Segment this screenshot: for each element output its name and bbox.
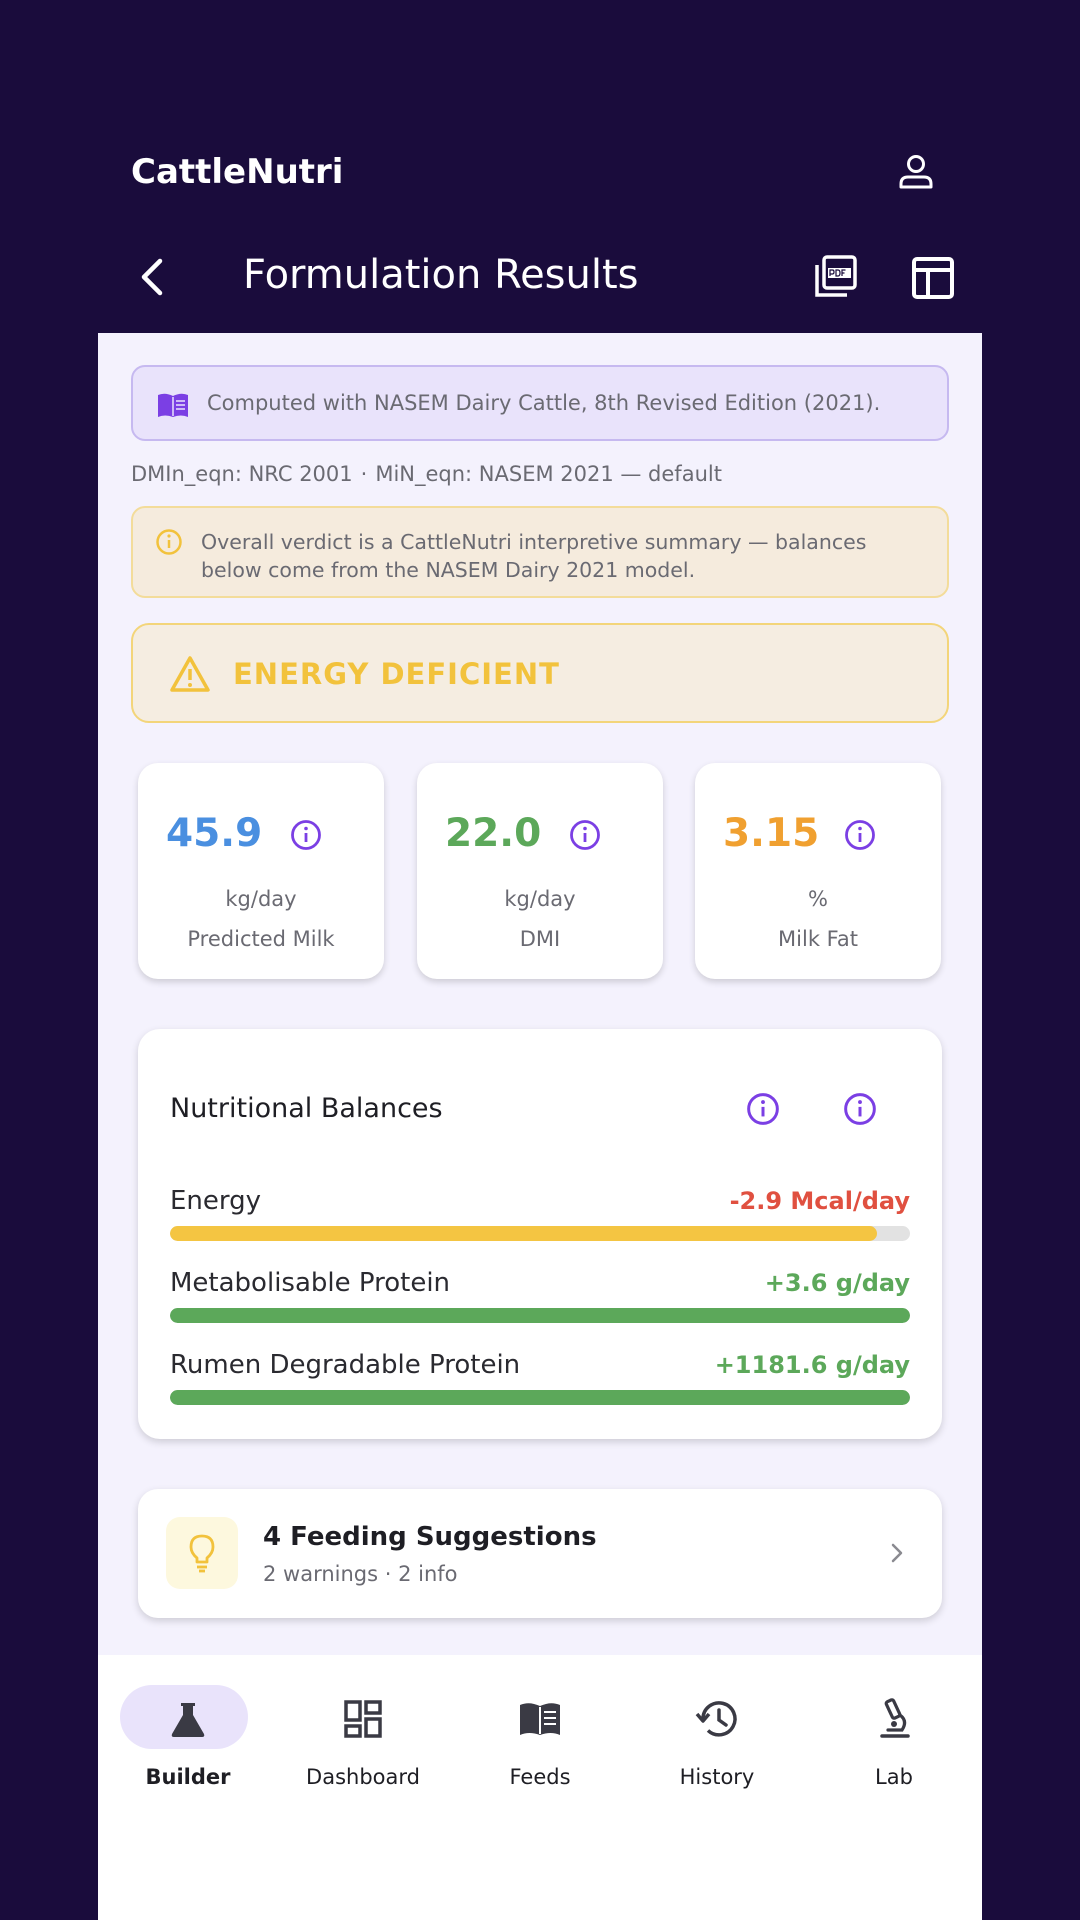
info-icon [155,528,183,556]
info-icon[interactable] [746,1092,780,1126]
equation-separator: · [360,462,368,486]
nav-item-lab[interactable]: Lab [814,1671,974,1789]
microscope-icon [872,1697,916,1741]
chevron-right-icon [888,1542,906,1564]
suggestions-title: 4 Feeding Suggestions [263,1522,597,1552]
disclaimer-text: Overall verdict is a CattleNutri interpr… [201,530,867,582]
info-icon[interactable] [290,819,322,851]
feeding-suggestions-card[interactable]: 4 Feeding Suggestions 2 warnings · 2 inf… [138,1489,942,1618]
info-icon[interactable] [569,819,601,851]
balance-bar-rumen-degradable-protein [170,1390,910,1405]
metric-card-predicted-milk[interactable]: 45.9 kg/day Predicted Milk [138,763,384,979]
nav-item-history[interactable]: History [637,1671,797,1789]
nav-label: History [679,1765,755,1789]
metric-unit: kg/day [225,887,297,911]
profile-icon[interactable] [896,152,936,192]
dmi-equation: DMIn_eqn: NRC 2001 [131,462,353,486]
balance-label-rumen-degradable-protein: Rumen Degradable Protein [170,1350,521,1380]
screen-title: Formulation Results [243,252,639,298]
mi-equation: MiN_eqn: NASEM 2021 — default [375,462,722,486]
equation-info: DMIn_eqn: NRC 2001 · MiN_eqn: NASEM 2021 —… [131,462,722,486]
balance-label-energy: Energy [170,1186,262,1216]
verdict-label: ENERGY DEFICIENT [233,657,560,691]
metric-value: 45.9 [166,811,263,856]
metric-label: DMI [519,927,561,951]
disclaimer-note: Overall verdict is a CattleNutri interpr… [131,506,949,598]
balance-bar-energy [170,1226,910,1241]
app-brand: CattleNutri [131,152,344,192]
app-bar: CattleNutri Formulation Results [98,0,982,333]
back-arrow-icon[interactable] [136,255,168,299]
balance-bar-fill [170,1308,910,1323]
suggestions-subtitle: 2 warnings · 2 info [263,1562,458,1586]
book-icon [518,1697,562,1741]
metric-label: Milk Fat [778,927,858,951]
balances-title: Nutritional Balances [170,1093,443,1124]
balance-value-energy: -2.9 Mcal/day [729,1187,910,1215]
nav-label: Builder [145,1765,231,1789]
verdict-banner: ENERGY DEFICIENT [131,623,949,723]
metric-label: Predicted Milk [187,927,335,951]
metric-unit: kg/day [504,887,576,911]
metric-unit: % [808,887,828,911]
table-view-icon[interactable] [911,256,955,300]
book-icon [157,391,189,419]
nav-label: Feeds [509,1765,571,1789]
balance-bar-fill [170,1390,910,1405]
source-banner: Computed with NASEM Dairy Cattle, 8th Re… [131,365,949,441]
metric-card-milk-fat[interactable]: 3.15 % Milk Fat [695,763,941,979]
warning-icon [169,655,211,693]
nutritional-balances-card: Nutritional Balances Energy -2.9 Mcal/da… [138,1029,942,1439]
bottom-navigation: Builder Dashboard Feeds History Lab [98,1655,982,1920]
metric-value: 3.15 [723,811,820,856]
history-icon [695,1697,739,1741]
balance-value-rumen-degradable-protein: +1181.6 g/day [714,1351,910,1379]
balance-bar-fill [170,1226,877,1241]
nav-item-feeds[interactable]: Feeds [460,1671,620,1789]
metric-value: 22.0 [445,811,542,856]
metric-card-dmi[interactable]: 22.0 kg/day DMI [417,763,663,979]
dashboard-icon [341,1697,385,1741]
nav-item-dashboard[interactable]: Dashboard [283,1671,443,1789]
pdf-export-icon[interactable] [814,254,858,298]
balance-label-metabolisable-protein: Metabolisable Protein [170,1268,451,1298]
balance-bar-metabolisable-protein [170,1308,910,1323]
source-text: Computed with NASEM Dairy Cattle, 8th Re… [207,391,881,415]
info-icon[interactable] [844,819,876,851]
balance-value-metabolisable-protein: +3.6 g/day [764,1269,910,1297]
nav-label: Lab [875,1765,913,1789]
nav-item-builder[interactable]: Builder [108,1671,268,1789]
app-screen: CattleNutri Formulation Results Computed… [98,0,982,1920]
nav-label: Dashboard [306,1765,420,1789]
lightbulb-icon [166,1517,238,1589]
flask-icon [166,1697,210,1741]
info-icon[interactable] [843,1092,877,1126]
